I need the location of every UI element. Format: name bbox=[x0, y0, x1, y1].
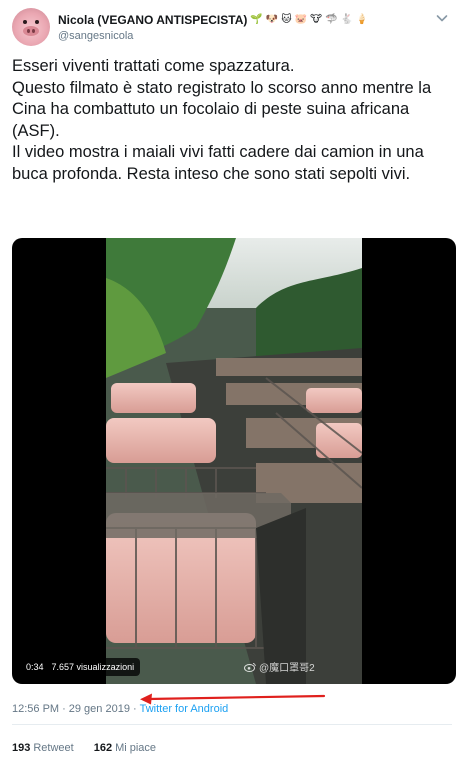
divider bbox=[12, 724, 452, 725]
avatar-eye bbox=[35, 20, 39, 24]
likes-count: 162 bbox=[93, 742, 113, 754]
emoji-pig: 🐷 bbox=[294, 14, 308, 25]
avatar-snout bbox=[23, 26, 39, 36]
video-watermark: @魔口罩哥2 bbox=[244, 659, 315, 674]
retweets-count: 193 bbox=[12, 742, 31, 754]
avatar[interactable] bbox=[12, 8, 50, 46]
tweet-meta: 12:56 PM · 29 gen 2019 · Twitter for And… bbox=[12, 701, 228, 717]
tweet-source-link[interactable]: Twitter for Android bbox=[140, 703, 229, 715]
video-thumbnail bbox=[106, 238, 362, 684]
tweet-time[interactable]: 12:56 PM bbox=[12, 703, 59, 715]
tweet-stats: 193 Retweet 162 Mi piace bbox=[12, 740, 156, 756]
meta-separator: · bbox=[62, 703, 66, 715]
video-player[interactable]: 0:34 7.657 visualizzazioni @魔口罩哥2 bbox=[12, 238, 456, 684]
video-views: 7.657 visualizzazioni bbox=[51, 662, 135, 672]
emoji-dog: 🐶 bbox=[265, 14, 279, 25]
video-frame bbox=[106, 238, 362, 684]
likes-label: Mi piace bbox=[115, 742, 157, 754]
video-info-badge: 0:34 7.657 visualizzazioni bbox=[20, 658, 141, 676]
meta-separator: · bbox=[132, 703, 137, 715]
tweet-header: Nicola (VEGANO ANTISPECISTA) 🌱 🐶 🐱 🐷 🐮 🦈… bbox=[12, 8, 452, 48]
tweet-date[interactable]: 29 gen 2019 bbox=[69, 703, 130, 715]
retweets-label: Retweet bbox=[33, 742, 74, 754]
display-name[interactable]: Nicola (VEGANO ANTISPECISTA) bbox=[58, 13, 247, 27]
likes-stat[interactable]: 162 Mi piace bbox=[94, 742, 156, 754]
tweet-text: Esseri viventi trattati come spazzatura.… bbox=[12, 57, 432, 183]
avatar-eye bbox=[23, 20, 27, 24]
user-handle[interactable]: @sangesnicola bbox=[58, 30, 133, 42]
retweets-stat[interactable]: 193 Retweet bbox=[12, 742, 74, 754]
weibo-icon bbox=[244, 662, 256, 672]
emoji-shark: 🦈 bbox=[325, 14, 338, 25]
emoji-seedling: 🌱 bbox=[250, 14, 263, 25]
emoji-ice-cream: 🍦 bbox=[355, 14, 369, 25]
name-row: Nicola (VEGANO ANTISPECISTA) 🌱 🐶 🐱 🐷 🐮 🦈… bbox=[58, 12, 368, 28]
watermark-text: @魔口罩哥2 bbox=[259, 663, 315, 674]
video-duration: 0:34 bbox=[26, 662, 44, 672]
more-options-button[interactable] bbox=[434, 10, 450, 26]
emoji-cow: 🐮 bbox=[310, 14, 322, 25]
emoji-cat: 🐱 bbox=[281, 14, 292, 25]
chevron-down-icon bbox=[436, 15, 448, 22]
emoji-rabbit: 🐇 bbox=[340, 14, 353, 25]
